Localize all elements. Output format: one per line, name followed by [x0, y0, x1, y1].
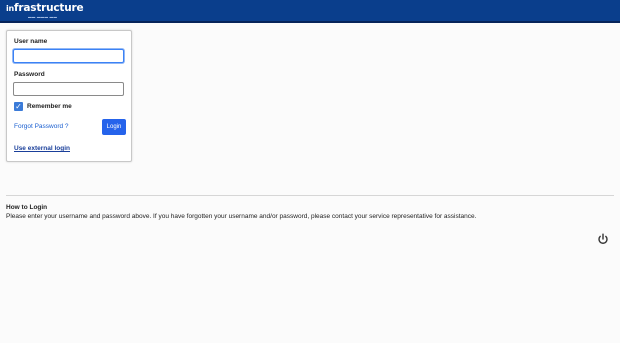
remember-me-checkbox[interactable]: ✓: [14, 102, 23, 111]
logo-text: infrastructure: [6, 2, 84, 15]
logo-prefix: in: [6, 4, 15, 13]
login-button[interactable]: Login: [102, 119, 126, 135]
help-text: Please enter your username and password …: [6, 213, 477, 220]
username-input[interactable]: [13, 49, 124, 63]
section-divider: [6, 195, 614, 196]
password-label: Password: [14, 71, 45, 78]
top-header-bar: infrastructure ▬▬ ▬▬▬ ▬▬: [0, 0, 620, 23]
forgot-password-link[interactable]: Forgot Password ?: [14, 123, 69, 130]
username-label: User name: [14, 38, 48, 45]
logo: infrastructure ▬▬ ▬▬▬ ▬▬: [6, 2, 84, 19]
power-icon[interactable]: [597, 233, 609, 245]
check-icon: ✓: [15, 102, 22, 111]
logo-tagline-mark: ▬▬ ▬▬▬ ▬▬: [28, 15, 58, 19]
help-title: How to Login: [6, 204, 48, 211]
remember-me-label: Remember me: [27, 103, 72, 110]
logo-main: frastructure: [14, 2, 84, 14]
password-input[interactable]: [13, 82, 124, 96]
external-login-link[interactable]: Use external login: [14, 145, 70, 152]
login-form: User name Password ✓ Remember me Forgot …: [6, 30, 132, 162]
